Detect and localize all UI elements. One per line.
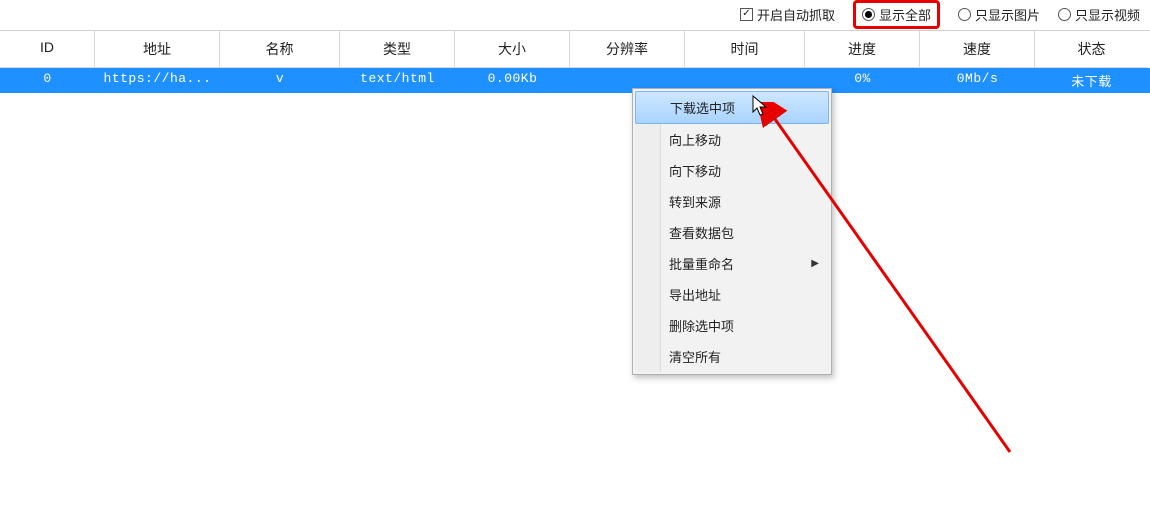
menu-goto-source[interactable]: 转到来源 [635,186,829,217]
menu-label: 查看数据包 [669,223,734,242]
col-speed[interactable]: 速度 [920,31,1035,68]
col-name[interactable]: 名称 [220,31,340,68]
menu-batch-rename[interactable]: 批量重命名 ▶ [635,248,829,279]
filter-toolbar: ✓ 开启自动抓取 显示全部 只显示图片 只显示视频 [0,0,1150,30]
radio-icon [862,8,875,21]
filter-label: 显示全部 [879,5,931,24]
cell-name: v [220,68,340,93]
col-time[interactable]: 时间 [685,31,805,68]
table-header-row: ID 地址 名称 类型 大小 分辨率 时间 进度 速度 状态 [0,31,1150,68]
col-progress[interactable]: 进度 [805,31,920,68]
checkbox-icon: ✓ [740,8,753,21]
context-menu: 下载选中项 向上移动 向下移动 转到来源 查看数据包 批量重命名 ▶ 导出地址 … [632,88,832,375]
table-row[interactable]: 0 https://ha... v text/html 0.00Kb 0% 0M… [0,68,1150,93]
menu-clear-all[interactable]: 清空所有 [635,341,829,372]
col-resolution[interactable]: 分辨率 [570,31,685,68]
filter-label: 只显示视频 [1075,5,1140,24]
cell-status: 未下载 [1035,68,1148,93]
auto-capture-checkbox[interactable]: ✓ 开启自动抓取 [740,5,835,24]
menu-label: 清空所有 [669,347,721,366]
col-size[interactable]: 大小 [455,31,570,68]
cell-size: 0.00Kb [455,68,570,93]
menu-move-down[interactable]: 向下移动 [635,155,829,186]
col-url[interactable]: 地址 [95,31,220,68]
col-id[interactable]: ID [0,31,95,68]
cell-speed: 0Mb/s [920,68,1035,93]
menu-move-up[interactable]: 向上移动 [635,124,829,155]
filter-show-all[interactable]: 显示全部 [862,5,931,24]
auto-capture-label: 开启自动抓取 [757,5,835,24]
filter-videos-only[interactable]: 只显示视频 [1058,5,1140,24]
cell-id: 0 [0,68,95,93]
filter-show-all-highlight: 显示全部 [853,0,940,29]
menu-download-selected[interactable]: 下载选中项 [635,91,829,124]
menu-label: 转到来源 [669,192,721,211]
col-type[interactable]: 类型 [340,31,455,68]
radio-icon [1058,8,1071,21]
download-table: ID 地址 名称 类型 大小 分辨率 时间 进度 速度 状态 0 https:/… [0,30,1150,93]
menu-export-url[interactable]: 导出地址 [635,279,829,310]
menu-delete-selected[interactable]: 删除选中项 [635,310,829,341]
menu-label: 删除选中项 [669,316,734,335]
menu-label: 批量重命名 [669,254,734,273]
filter-label: 只显示图片 [975,5,1040,24]
filter-images-only[interactable]: 只显示图片 [958,5,1040,24]
radio-icon [958,8,971,21]
menu-label: 向上移动 [669,130,721,149]
cell-url: https://ha... [95,68,220,93]
menu-label: 下载选中项 [670,98,735,117]
col-status[interactable]: 状态 [1035,31,1148,68]
menu-label: 向下移动 [669,161,721,180]
chevron-right-icon: ▶ [811,258,819,269]
cell-type: text/html [340,68,455,93]
menu-view-packet[interactable]: 查看数据包 [635,217,829,248]
menu-label: 导出地址 [669,285,721,304]
